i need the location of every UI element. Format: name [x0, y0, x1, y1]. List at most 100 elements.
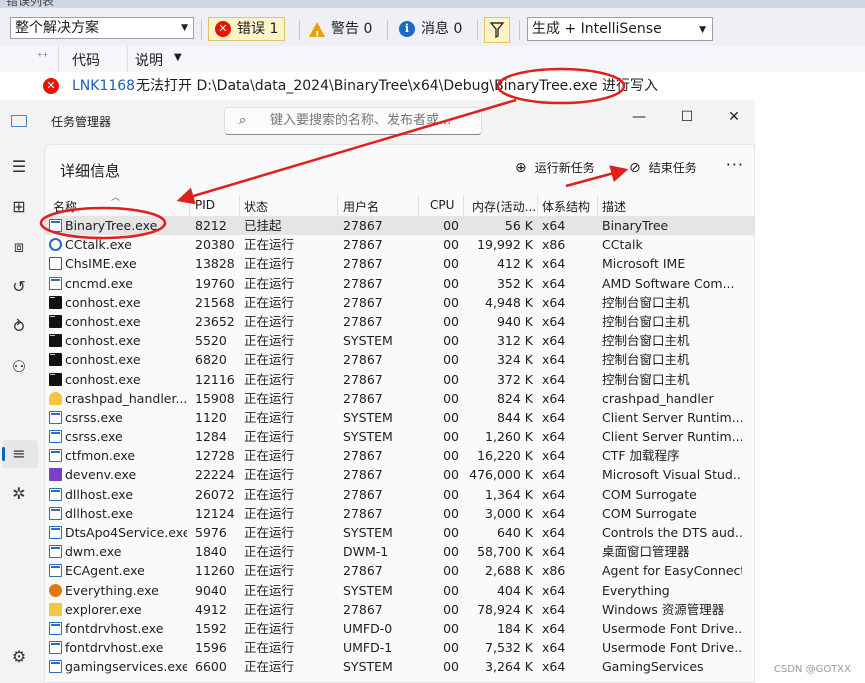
- table-row[interactable]: Everything.exe 9040 正在运行 SYSTEM 00 404 K x64 Ev…: [45, 581, 754, 600]
- users-icon[interactable]: ⚇: [8, 356, 30, 378]
- filter-toggle-button[interactable]: [484, 17, 510, 43]
- performance-icon[interactable]: ⧈: [8, 236, 30, 258]
- cell-cpu: 00: [443, 275, 459, 291]
- details-icon[interactable]: ≡: [8, 443, 30, 465]
- watermark: CSDN @GOTXX: [773, 664, 851, 675]
- build-source-dropdown[interactable]: 生成 + IntelliSense ▼: [527, 17, 713, 41]
- close-button[interactable]: ✕: [719, 104, 749, 130]
- cell-desc: Everything: [602, 582, 670, 598]
- table-row[interactable]: explorer.exe 4912 正在运行 27867 00 78,924 K x64 Wi…: [45, 600, 754, 619]
- run-new-task-button[interactable]: ⊕ 运行新任务: [515, 159, 595, 176]
- cell-desc: 控制台窗口主机: [602, 313, 690, 329]
- table-row[interactable]: dllhost.exe 12124 正在运行 27867 00 3,000 K x64 COM…: [45, 504, 754, 523]
- column-divider[interactable]: [337, 194, 338, 216]
- column-divider[interactable]: [189, 194, 190, 216]
- maximize-button[interactable]: ☐: [672, 104, 702, 130]
- column-description[interactable]: 描述: [602, 198, 626, 215]
- table-row[interactable]: dllhost.exe 26072 正在运行 27867 00 1,364 K x64 COM…: [45, 485, 754, 504]
- cell-desc: Usermode Font Drive...: [602, 640, 742, 656]
- table-row[interactable]: ctfmon.exe 12728 正在运行 27867 00 16,220 K x64 CTF…: [45, 446, 754, 465]
- table-row[interactable]: gamingservices.exe 6600 正在运行 SYSTEM 00 3,264 …: [45, 657, 754, 676]
- column-divider[interactable]: [597, 194, 598, 216]
- cell-name: fontdrvhost.exe: [65, 640, 164, 656]
- cell-name: csrss.exe: [65, 409, 123, 425]
- table-row[interactable]: DtsApo4Service.exe 5976 正在运行 SYSTEM 00 640 K x…: [45, 523, 754, 542]
- column-description[interactable]: 说明: [135, 50, 163, 70]
- cell-arch: x64: [542, 429, 566, 445]
- table-row[interactable]: conhost.exe 12116 正在运行 27867 00 372 K x64 控制台窗口…: [45, 370, 754, 389]
- error-row[interactable]: ✕ LNK1168 无法打开 D:\Data\data_2024\BinaryT…: [0, 72, 865, 100]
- table-row[interactable]: ChsIME.exe 13828 正在运行 27867 00 412 K x64 Micros…: [45, 254, 754, 273]
- table-row[interactable]: csrss.exe 1120 正在运行 SYSTEM 00 844 K x64 Client …: [45, 408, 754, 427]
- column-username[interactable]: 用户名: [343, 198, 379, 215]
- cell-cpu: 00: [443, 237, 459, 253]
- column-divider[interactable]: [537, 194, 538, 216]
- table-row[interactable]: BinaryTree.exe 8212 已挂起 27867 00 56 K x64 Binar…: [45, 216, 754, 236]
- cell-status: 正在运行: [244, 294, 295, 310]
- cell-user: 27867: [343, 390, 383, 406]
- table-row[interactable]: conhost.exe 5520 正在运行 SYSTEM 00 312 K x64 控制台窗口…: [45, 331, 754, 350]
- messages-filter-button[interactable]: i 消息 0: [392, 17, 469, 41]
- column-status[interactable]: 状态: [244, 198, 268, 215]
- cell-pid: 23652: [195, 313, 235, 329]
- table-row[interactable]: conhost.exe 23652 正在运行 27867 00 940 K x64 控制台窗口…: [45, 312, 754, 331]
- cell-pid: 9040: [195, 582, 227, 598]
- processes-icon[interactable]: ⊞: [8, 196, 30, 218]
- table-row[interactable]: conhost.exe 6820 正在运行 27867 00 324 K x64 控制台窗口主…: [45, 350, 754, 369]
- column-filter-icon[interactable]: ▼: [174, 52, 182, 63]
- end-task-button[interactable]: ⊘ 结束任务: [629, 159, 697, 176]
- cell-status: 正在运行: [244, 640, 295, 656]
- search-input[interactable]: ⌕ 键入要搜索的名称、发布者或...: [224, 107, 482, 135]
- services-icon[interactable]: ✲: [8, 483, 30, 505]
- app-window-icon: [49, 487, 62, 501]
- column-pid[interactable]: PID: [195, 198, 215, 212]
- hamburger-menu-icon[interactable]: ☰: [8, 156, 30, 178]
- table-row[interactable]: cncmd.exe 19760 正在运行 27867 00 352 K x64 AMD Sof…: [45, 274, 754, 293]
- table-row[interactable]: dwm.exe 1840 正在运行 DWM-1 00 58,700 K x64 桌面窗口管理器: [45, 542, 754, 561]
- table-row[interactable]: csrss.exe 1284 正在运行 SYSTEM 00 1,260 K x64 Clien…: [45, 427, 754, 446]
- warnings-filter-button[interactable]: ! 警告 0: [302, 17, 379, 41]
- cell-user: 27867: [343, 218, 383, 233]
- table-row[interactable]: CCtalk.exe 20380 正在运行 27867 00 19,992 K x86 CCt…: [45, 235, 754, 254]
- cell-status: 正在运行: [244, 563, 295, 579]
- cell-cpu: 00: [443, 659, 459, 675]
- column-divider[interactable]: [463, 194, 464, 216]
- table-row[interactable]: crashpad_handler.... 15908 正在运行 27867 00 824 …: [45, 389, 754, 408]
- table-row[interactable]: fontdrvhost.exe 1596 正在运行 UMFD-1 00 7,532 K x6…: [45, 638, 754, 657]
- cell-mem: 3,000 K: [485, 505, 533, 521]
- cell-cpu: 00: [443, 582, 459, 598]
- startup-apps-icon[interactable]: ⥁: [8, 316, 30, 338]
- column-architecture[interactable]: 体系结构: [542, 198, 590, 215]
- error-code[interactable]: LNK1168: [72, 72, 135, 100]
- cell-user: SYSTEM: [343, 525, 393, 540]
- cell-arch: x86: [542, 237, 566, 253]
- cell-name: CCtalk.exe: [65, 237, 132, 253]
- column-memory[interactable]: 内存(活动...: [472, 198, 536, 215]
- cell-arch: x64: [542, 256, 566, 272]
- cell-mem: 844 K: [496, 409, 533, 425]
- cell-mem: 824 K: [496, 390, 533, 406]
- minimize-button[interactable]: —: [624, 104, 654, 130]
- task-manager-logo-icon: [11, 115, 27, 127]
- settings-gear-icon[interactable]: ⚙: [8, 646, 30, 668]
- cell-user: SYSTEM: [343, 333, 393, 349]
- cell-name: Everything.exe: [65, 582, 159, 598]
- table-row[interactable]: devenv.exe 22224 正在运行 27867 00 476,000 K x64 Mi…: [45, 465, 754, 484]
- more-options-button[interactable]: ···: [726, 155, 744, 174]
- column-cpu[interactable]: CPU: [430, 198, 454, 212]
- table-row[interactable]: conhost.exe 21568 正在运行 27867 00 4,948 K x64 控制台…: [45, 293, 754, 312]
- table-row[interactable]: fontdrvhost.exe 1592 正在运行 UMFD-0 00 184 K x64 U…: [45, 619, 754, 638]
- column-name[interactable]: 名称: [53, 198, 77, 215]
- column-code[interactable]: 代码: [72, 50, 100, 70]
- cell-mem: 1,364 K: [485, 486, 533, 502]
- column-divider[interactable]: [239, 194, 240, 216]
- cell-name: devenv.exe: [65, 467, 137, 483]
- column-divider[interactable]: [418, 194, 419, 216]
- table-row[interactable]: ECAgent.exe 11260 正在运行 27867 00 2,688 K x86 Age…: [45, 561, 754, 580]
- cell-pid: 4912: [195, 601, 227, 617]
- scope-dropdown[interactable]: 整个解决方案 ▼: [10, 17, 194, 39]
- app-history-icon[interactable]: ↺: [8, 276, 30, 298]
- cell-user: UMFD-0: [343, 620, 393, 636]
- cell-pid: 26072: [195, 486, 235, 502]
- errors-filter-button[interactable]: ✕ 错误 1: [208, 17, 286, 41]
